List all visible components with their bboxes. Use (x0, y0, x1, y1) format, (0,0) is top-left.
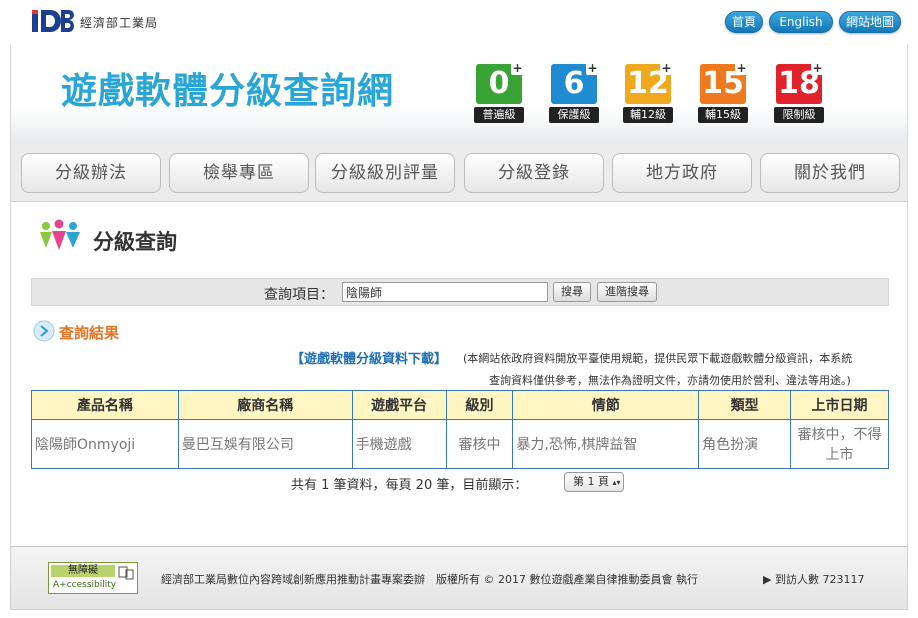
site-title[interactable]: 遊戲軟體分級查詢網 (61, 62, 394, 114)
search-label: 查詢項目： (264, 287, 334, 303)
rating-general-icon: 0 + (476, 62, 524, 104)
search-input[interactable] (342, 282, 548, 302)
advanced-search-button[interactable]: 進階搜尋 (597, 282, 657, 302)
results-title: 查詢結果 (59, 324, 120, 342)
column-header: 上市日期 (790, 390, 889, 420)
company-name-cell: 曼巴互娛有限公司 (177, 419, 353, 469)
platform-cell: 手機遊戲 (351, 419, 447, 469)
people-icon (40, 219, 80, 250)
content-area: 分級查詢 查詢項目： 搜尋 進階搜尋 查詢結果 【遊戲軟體分級資料下載】 (本網… (10, 202, 908, 546)
column-header: 情節 (512, 390, 700, 420)
notice-line-2: 查詢資料僅供參考，無法作為證明文件，亦請勿使用於營利、違法等用途。) (489, 374, 851, 387)
tab-rating-registration[interactable]: 分級登錄 (464, 153, 604, 193)
tab-about-us[interactable]: 關於我們 (760, 153, 900, 193)
rating-pg12[interactable]: 12 + 輔12級 (623, 62, 673, 123)
footer-copyright: 經濟部工業局數位內容跨域創新應用推動計畫專案委辦 版權所有 © 2017 數位遊… (161, 573, 698, 586)
tab-local-government[interactable]: 地方政府 (612, 153, 752, 193)
rating-protected[interactable]: 6 + 保護級 (549, 62, 599, 123)
top-bar: 經濟部工業局 首頁 English 網站地圖 (0, 0, 918, 44)
select-arrows-icon: ▴▾ (612, 478, 621, 487)
rating-protected-icon: 6 + (551, 62, 599, 104)
home-button[interactable]: 首頁 (725, 11, 763, 33)
download-data-link[interactable]: 【遊戲軟體分級資料下載】 (291, 348, 447, 367)
ministry-name: 經濟部工業局 (80, 16, 159, 30)
column-header: 廠商名稱 (177, 390, 353, 420)
column-header: 產品名稱 (31, 390, 179, 420)
tab-rating-assessment[interactable]: 分級級別評量 (315, 153, 455, 193)
table-row[interactable]: 陰陽師Onmyoji 曼巴互娛有限公司 手機遊戲 審核中 暴力,恐怖,棋牌益智 … (31, 419, 889, 469)
pagination-summary: 共有 1 筆資料，每頁 20 筆，目前顯示： (291, 478, 528, 493)
rating-pg12-icon: 12 + (625, 62, 673, 104)
tab-report[interactable]: 檢舉專區 (169, 153, 309, 193)
rating-pg15[interactable]: 15 + 輔15級 (698, 62, 748, 123)
rating-restricted[interactable]: 18 + 限制級 (774, 62, 824, 123)
search-bar: 查詢項目： 搜尋 進階搜尋 (31, 278, 889, 306)
accessibility-badge-bottom: A+ccessibility (53, 580, 117, 590)
rating-pg15-label: 輔15級 (698, 107, 748, 123)
rating-restricted-icon: 18 + (776, 62, 824, 104)
visitor-label: ▶ 到訪人數 (763, 573, 819, 586)
banner: 遊戲軟體分級查詢網 0 + 普遍級 6 + 保護級 12 + 輔12級 15 + 輔15… (10, 44, 908, 142)
rating-general[interactable]: 0 + 普遍級 (474, 62, 524, 123)
english-button[interactable]: English (769, 11, 833, 33)
accessibility-badge[interactable]: 無障礙 A+ccessibility (48, 562, 138, 594)
visitor-counter: ▶ 到訪人數 723117 (763, 571, 864, 587)
column-header: 遊戲平台 (351, 390, 447, 420)
accessibility-icon (118, 566, 134, 580)
idb-logo[interactable] (32, 10, 74, 32)
rating-general-label: 普遍級 (474, 107, 524, 123)
rating-level-cell: 審核中 (445, 419, 514, 469)
arrow-circle-icon (33, 320, 55, 342)
main-nav: 分級辦法 檢舉專區 分級級別評量 分級登錄 地方政府 關於我們 (10, 142, 908, 202)
page-title: 分級查詢 (93, 230, 177, 254)
genre-cell: 角色扮演 (698, 419, 792, 469)
rating-protected-label: 保護級 (549, 107, 599, 123)
rating-restricted-label: 限制級 (774, 107, 824, 123)
tab-rating-rules[interactable]: 分級辦法 (21, 153, 161, 193)
page-select-value: 第 1 頁 (573, 475, 609, 488)
results-table: 產品名稱 廠商名稱 遊戲平台 級別 情節 類型 上市日期 陰陽師Onmyoji … (31, 390, 889, 469)
table-header-row: 產品名稱 廠商名稱 遊戲平台 級別 情節 類型 上市日期 (31, 390, 889, 420)
sitemap-button[interactable]: 網站地圖 (839, 11, 901, 33)
content-descriptors-cell: 暴力,恐怖,棋牌益智 (512, 419, 700, 469)
visitor-count: 723117 (822, 573, 865, 586)
column-header: 類型 (698, 390, 792, 420)
column-header: 級別 (445, 390, 514, 420)
rating-pg12-label: 輔12級 (623, 107, 673, 123)
notice-line-1: (本網站依政府資料開放平臺使用規範，提供民眾下載遊戲軟體分級資訊，本系統 (463, 352, 853, 365)
release-date-cell: 審核中，不得上市 (790, 419, 889, 469)
search-button[interactable]: 搜尋 (553, 282, 591, 302)
rating-pg15-icon: 15 + (700, 62, 748, 104)
product-name-cell[interactable]: 陰陽師Onmyoji (31, 419, 179, 469)
accessibility-badge-top: 無障礙 (51, 565, 115, 577)
footer: 無障礙 A+ccessibility 經濟部工業局數位內容跨域創新應用推動計畫專… (10, 546, 908, 610)
page-select[interactable]: 第 1 頁 ▴▾ (564, 472, 624, 492)
